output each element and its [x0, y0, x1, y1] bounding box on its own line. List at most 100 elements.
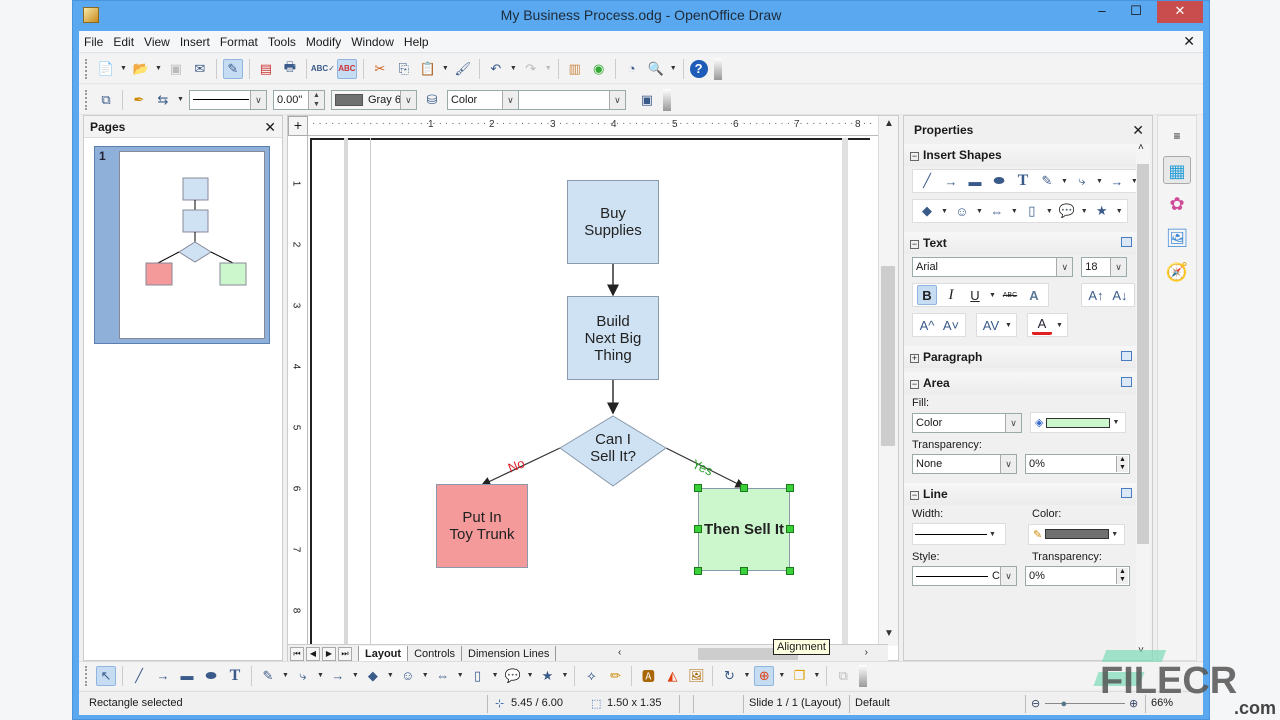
edit-file-icon[interactable]: ✎ [222, 58, 243, 79]
selection-handle[interactable] [694, 525, 702, 533]
zoom-icon[interactable]: 🔍 [646, 59, 666, 79]
selection-handle[interactable] [740, 567, 748, 575]
selection-handle[interactable] [786, 525, 794, 533]
block-arrows-icon[interactable]: ⇔ [433, 666, 453, 686]
fill-select[interactable]: Color ∨ [912, 412, 1022, 433]
symbol-shapes-icon[interactable]: ☺ [952, 201, 972, 221]
node-can-i-sell-it[interactable]: Can I Sell It? [570, 424, 656, 472]
section-insert-shapes[interactable]: − Insert Shapes [904, 144, 1138, 166]
node-buy-supplies[interactable]: Buy Supplies [567, 180, 659, 264]
vertical-scrollbar[interactable]: ▲ ▼ [878, 116, 898, 646]
menu-window[interactable]: Window [346, 31, 399, 53]
chart-icon[interactable]: ▥ [565, 59, 585, 79]
scroll-right-icon[interactable]: › [865, 647, 868, 658]
symbol-shapes-icon[interactable]: ☺ [398, 666, 418, 686]
freeform-tool-icon[interactable]: ✎ [258, 666, 278, 686]
sidebar-menu-icon[interactable]: ≡ [1163, 122, 1191, 150]
ellipse-tool-icon[interactable]: ⬬ [989, 171, 1009, 191]
arrow-style-icon[interactable]: ⇆ [153, 90, 173, 110]
tab-dimension-lines[interactable]: Dimension Lines [461, 645, 557, 662]
spellcheck-icon[interactable]: ABC✓ [311, 59, 335, 79]
zoom-dropdown[interactable]: ▼ [670, 65, 677, 72]
status-master[interactable]: Default [855, 697, 890, 709]
horizontal-ruler[interactable]: 1 2 3 4 5 6 7 8 ································… [308, 116, 878, 136]
export-pdf-icon[interactable]: ▤ [256, 59, 276, 79]
arrow-style-dropdown[interactable]: ▼ [177, 96, 184, 103]
copy-icon[interactable]: ⎘ [394, 59, 414, 79]
navigator-icon[interactable]: 🧭 [1163, 258, 1191, 286]
new-dropdown[interactable]: ▼ [120, 65, 127, 72]
callouts-icon[interactable]: 💬 [503, 666, 523, 686]
text-tool-icon[interactable]: T [225, 666, 245, 686]
toolbar-grip[interactable] [85, 665, 88, 686]
styles-icon[interactable]: ✿ [1163, 190, 1191, 218]
close-pages-panel-button[interactable]: ✕ [264, 116, 276, 138]
area-value-select[interactable]: ∨ [517, 89, 626, 110]
selection-handle[interactable] [786, 484, 794, 492]
line-style-select[interactable]: ∨ [188, 89, 267, 110]
toolbar-grip[interactable] [85, 89, 88, 110]
menu-tools[interactable]: Tools [263, 31, 301, 53]
increase-font-icon[interactable]: A↑ [1086, 285, 1106, 305]
minimize-button[interactable]: – [1087, 1, 1117, 23]
scrollbar-thumb[interactable] [1137, 164, 1149, 544]
underline-button[interactable]: U [965, 285, 985, 305]
selection-handle[interactable] [694, 484, 702, 492]
toolbar-grip[interactable] [85, 58, 88, 79]
menu-insert[interactable]: Insert [175, 31, 215, 53]
toolbar-overflow[interactable] [713, 57, 722, 80]
open-icon[interactable]: 📂 [131, 59, 151, 79]
points-icon[interactable]: ⟡ [581, 666, 601, 686]
redo-dropdown[interactable]: ▼ [545, 65, 552, 72]
text-tool-icon[interactable]: T [1013, 171, 1033, 191]
stars-icon[interactable]: ★ [538, 666, 558, 686]
drawing-canvas[interactable]: Buy Supplies Build Next Big Thing Can I … [310, 138, 874, 646]
zoom-slider[interactable] [1045, 703, 1125, 704]
rectangle-tool-icon[interactable]: ▬ [965, 171, 985, 191]
undo-icon[interactable]: ↶ [486, 59, 506, 79]
arrow-tool-icon[interactable]: → [941, 171, 961, 191]
styles-icon[interactable]: ⧉ [96, 90, 116, 110]
arrow-tool-icon[interactable]: → [153, 666, 173, 686]
line-icon[interactable]: ✒ [129, 90, 149, 110]
scroll-down-icon[interactable]: ▼ [879, 628, 899, 639]
connector-tool-icon[interactable]: ⤷ [293, 666, 313, 686]
character-spacing-icon[interactable]: AV [981, 315, 1001, 335]
ellipse-tool-icon[interactable]: ⬬ [201, 666, 221, 686]
menu-file[interactable]: File [79, 31, 108, 53]
scroll-up-icon[interactable]: ▲ [879, 118, 899, 129]
shadow-icon[interactable]: ▣ [637, 90, 657, 110]
toolbar-overflow[interactable] [859, 664, 868, 687]
new-icon[interactable]: 📄 [96, 59, 116, 79]
scrollbar-thumb[interactable] [881, 266, 895, 446]
font-size-select[interactable]: 18 ∨ [1081, 257, 1127, 277]
clone-format-icon[interactable]: 🖌 [453, 59, 473, 79]
menu-help[interactable]: Help [399, 31, 434, 53]
menu-edit[interactable]: Edit [108, 31, 139, 53]
font-color-icon[interactable]: A [1031, 315, 1052, 335]
vertical-ruler[interactable]: 1 2 3 4 5 6 7 8 [288, 136, 308, 646]
menu-format[interactable]: Format [215, 31, 263, 53]
line-tool-icon[interactable]: ╱ [917, 171, 937, 191]
stars-icon[interactable]: ★ [1092, 201, 1112, 221]
freeform-tool-icon[interactable]: ✎ [1037, 171, 1057, 191]
extrusion-icon[interactable]: ⧉ [833, 666, 853, 686]
collapse-icon[interactable]: − [910, 380, 919, 389]
next-tab-icon[interactable]: ▶ [322, 646, 336, 661]
area-style-select[interactable]: Color ∨ [446, 89, 519, 110]
redo-icon[interactable]: ↷ [521, 59, 541, 79]
autospell-icon[interactable]: ABC [336, 58, 357, 79]
section-text[interactable]: − Text [904, 232, 1138, 254]
superscript-icon[interactable]: A^ [917, 315, 937, 335]
line-width-spinner[interactable]: 0.00" ▲ ▼ [272, 89, 325, 110]
callouts-icon[interactable]: 💬 [1057, 201, 1077, 221]
first-tab-icon[interactable]: ⏮ [290, 646, 304, 661]
properties-icon[interactable]: ▦ [1163, 156, 1191, 184]
last-tab-icon[interactable]: ⏭ [338, 646, 352, 661]
arrange-icon[interactable]: ❐ [789, 666, 809, 686]
select-tool-icon[interactable]: ↖ [96, 665, 116, 686]
subscript-icon[interactable]: A˅ [941, 315, 961, 335]
strikethrough-button[interactable]: ABC [1000, 285, 1020, 305]
lines-arrows-icon[interactable]: → [328, 666, 348, 686]
section-area[interactable]: − Area [904, 372, 1138, 394]
